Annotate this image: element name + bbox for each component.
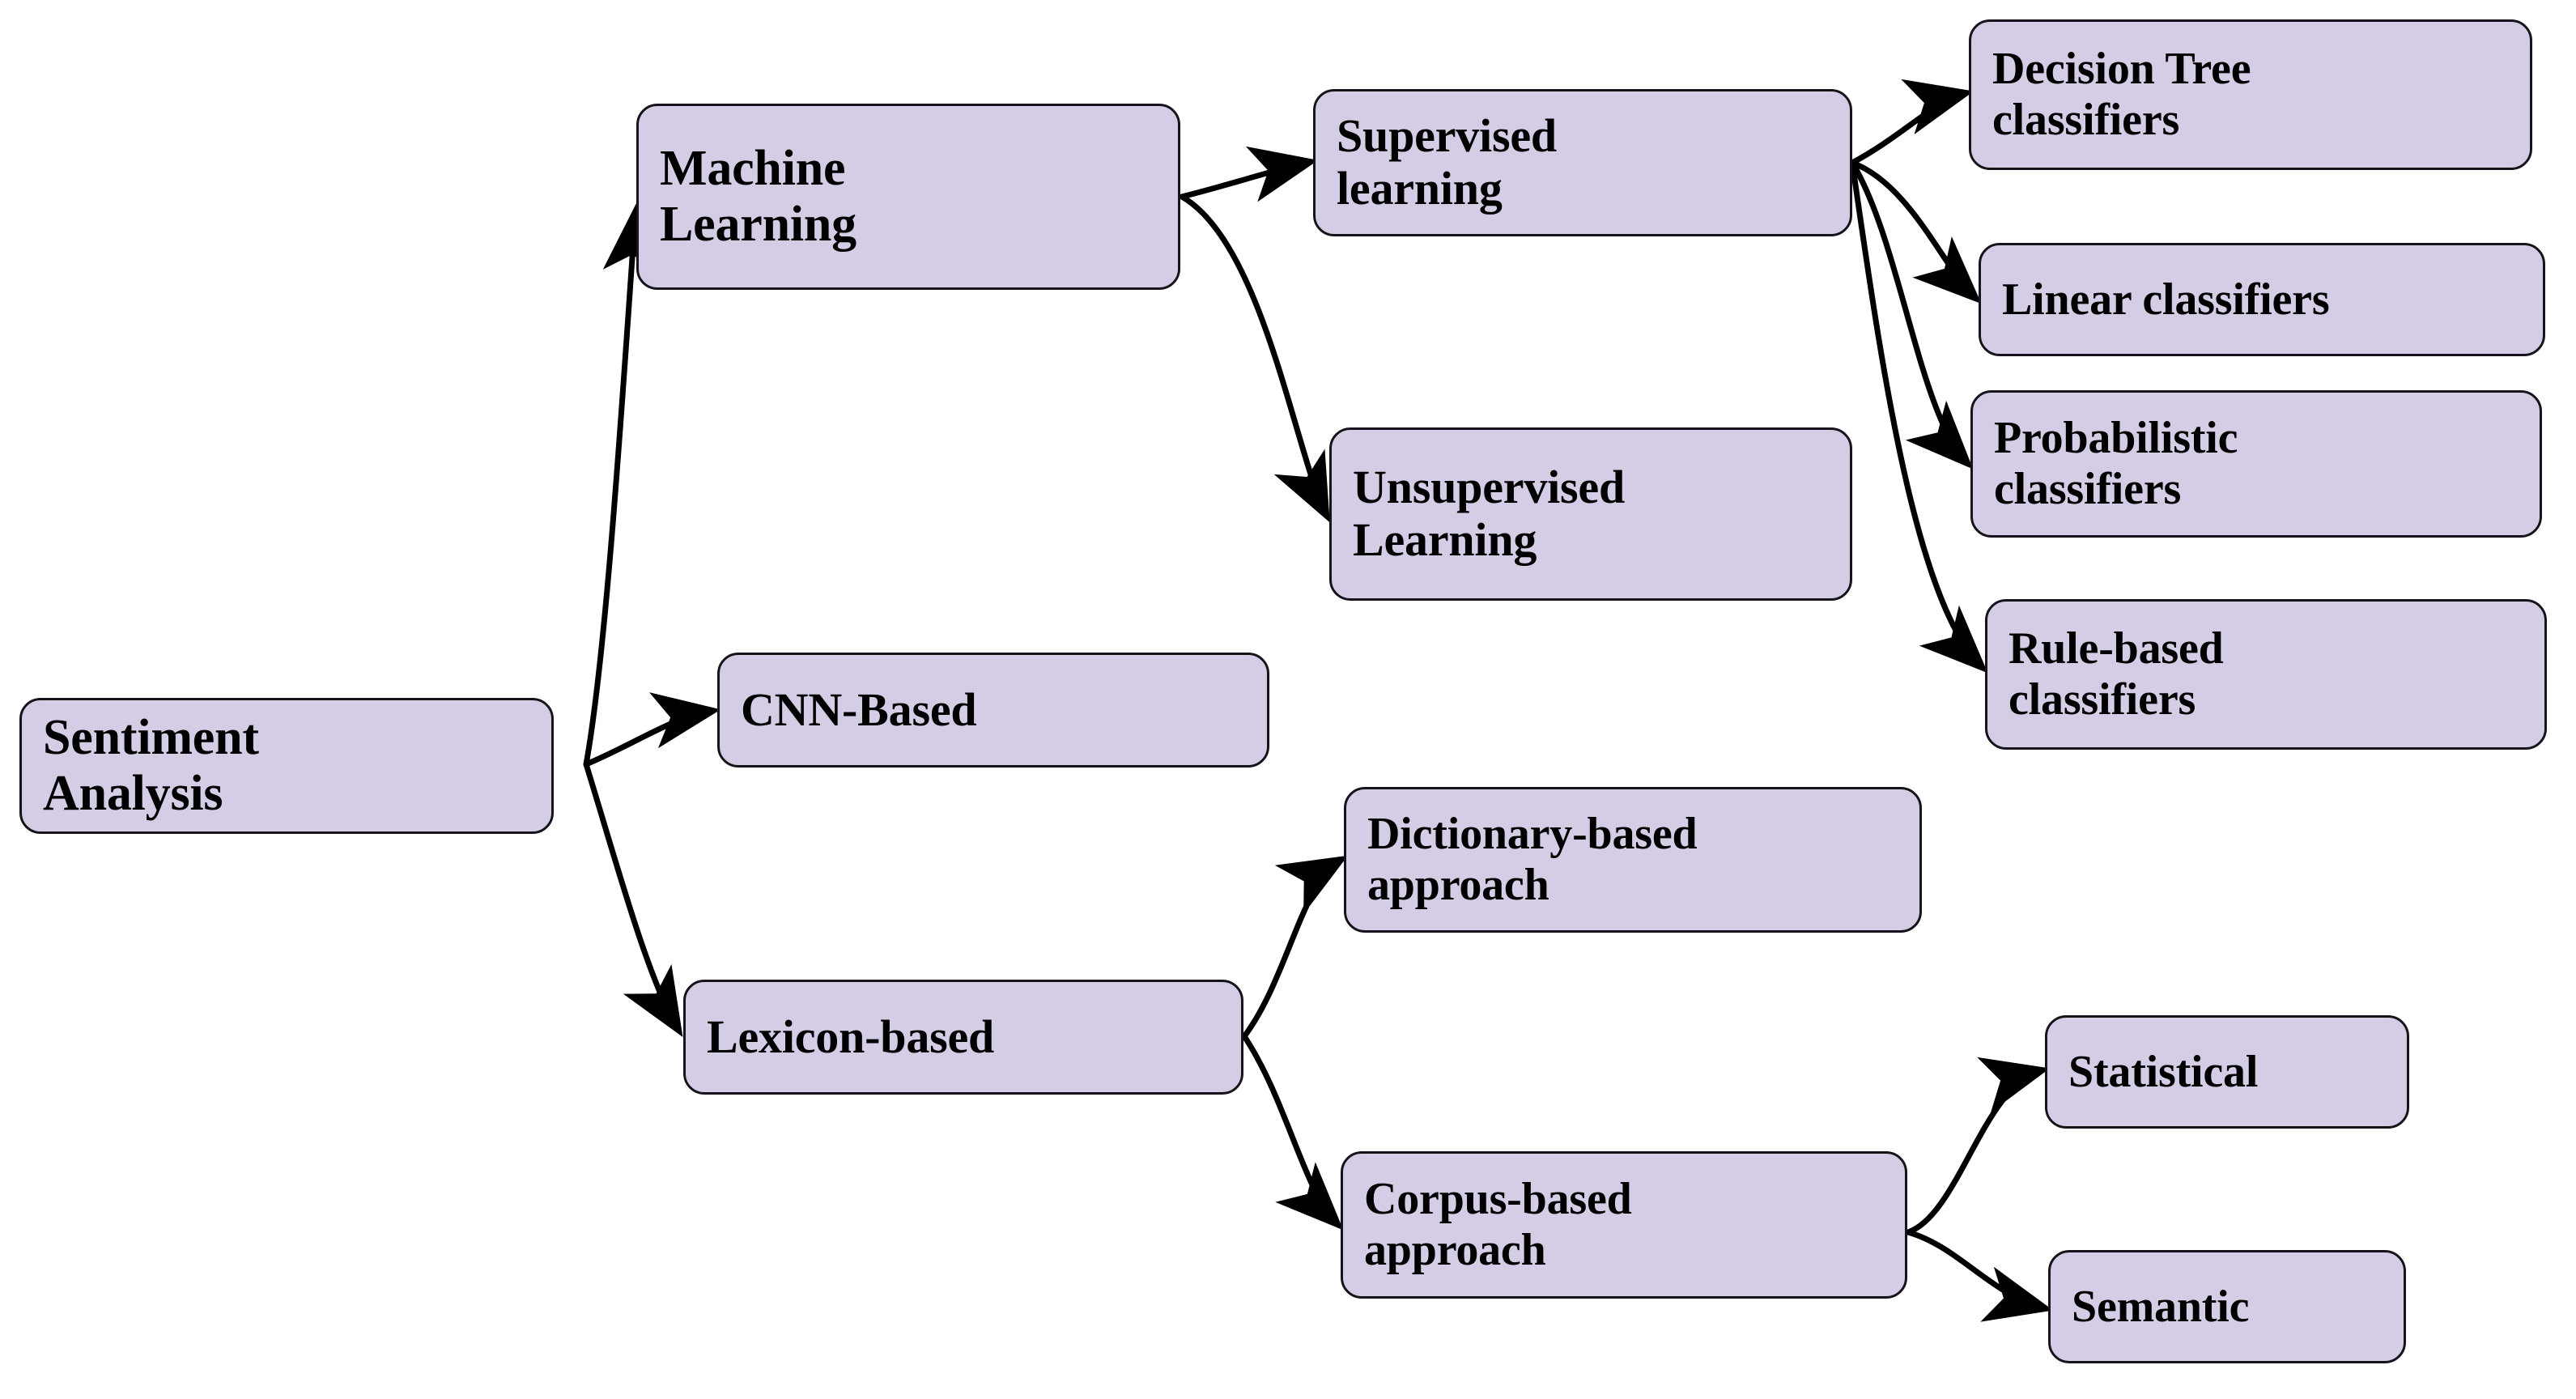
node-sentiment-analysis-label: Sentiment Analysis xyxy=(43,709,259,821)
node-lexicon-based-label: Lexicon-based xyxy=(707,1010,995,1063)
edge-root-to-machine-learning xyxy=(583,203,660,768)
edge-supervised-learning-to-probabilistic-classifiers xyxy=(1849,159,1974,470)
node-probabilistic-classifiers[interactable]: Probabilistic classifiers xyxy=(1970,390,2542,538)
node-linear-classifiers-label: Linear classifiers xyxy=(2002,274,2330,325)
node-corpus-based-approach[interactable]: Corpus-based approach xyxy=(1341,1151,1907,1299)
edge-corpus-based-approach-to-statistical xyxy=(1905,1057,2051,1235)
edge-lexicon-based-to-dictionary-based-approach xyxy=(1241,855,1349,1040)
node-sentiment-analysis[interactable]: Sentiment Analysis xyxy=(19,698,554,834)
edge-machine-learning-to-unsupervised-learning xyxy=(1179,193,1330,523)
node-decision-tree-classifiers-label: Decision Tree classifiers xyxy=(1992,44,2251,145)
node-dictionary-based-approach[interactable]: Dictionary-based approach xyxy=(1344,787,1922,933)
node-supervised-learning[interactable]: Supervised learning xyxy=(1313,89,1852,236)
edge-corpus-based-approach-to-semantic xyxy=(1905,1229,2054,1322)
sentiment-analysis-diagram: Sentiment Analysis Machine Learning CNN-… xyxy=(0,0,2576,1399)
edge-supervised-learning-to-decision-tree-classifiers xyxy=(1849,79,1975,166)
edge-root-to-cnn-based xyxy=(583,692,721,768)
node-linear-classifiers[interactable]: Linear classifiers xyxy=(1979,243,2545,356)
node-cnn-based[interactable]: CNN-Based xyxy=(717,653,1269,768)
node-probabilistic-classifiers-label: Probabilistic classifiers xyxy=(1994,413,2238,514)
node-cnn-based-label: CNN-Based xyxy=(741,682,977,736)
edge-machine-learning-to-supervised-learning xyxy=(1179,146,1319,202)
node-machine-learning-label: Machine Learning xyxy=(660,140,857,252)
node-dictionary-based-approach-label: Dictionary-based approach xyxy=(1367,809,1698,910)
node-statistical-label: Statistical xyxy=(2068,1046,2259,1097)
edge-root-to-lexicon-based xyxy=(583,761,683,1037)
edge-supervised-learning-to-linear-classifiers xyxy=(1849,159,1982,304)
node-machine-learning[interactable]: Machine Learning xyxy=(636,104,1180,290)
node-unsupervised-learning-label: Unsupervised Learning xyxy=(1353,461,1625,566)
node-semantic[interactable]: Semantic xyxy=(2048,1250,2406,1363)
node-decision-tree-classifiers[interactable]: Decision Tree classifiers xyxy=(1969,19,2532,170)
edge-lexicon-based-to-corpus-based-approach xyxy=(1241,1033,1344,1231)
node-rule-based-classifiers-label: Rule-based classifiers xyxy=(2009,623,2224,725)
node-corpus-based-approach-label: Corpus-based approach xyxy=(1364,1174,1632,1275)
edge-supervised-learning-to-rule-based-classifiers xyxy=(1849,159,1988,674)
node-unsupervised-learning[interactable]: Unsupervised Learning xyxy=(1329,427,1852,601)
node-supervised-learning-label: Supervised learning xyxy=(1337,109,1557,215)
node-semantic-label: Semantic xyxy=(2072,1281,2250,1332)
node-lexicon-based[interactable]: Lexicon-based xyxy=(683,980,1243,1095)
node-rule-based-classifiers[interactable]: Rule-based classifiers xyxy=(1985,599,2547,750)
node-statistical[interactable]: Statistical xyxy=(2045,1015,2409,1129)
